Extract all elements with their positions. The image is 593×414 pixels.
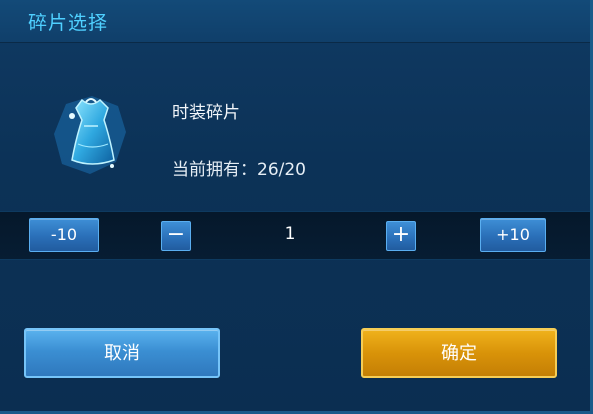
dialog-titlebar: 碎片选择 xyxy=(0,0,590,43)
minus-icon: − xyxy=(166,222,186,247)
plus-10-button[interactable]: +10 xyxy=(480,218,546,252)
plus-button[interactable]: + xyxy=(386,221,416,251)
plus-icon: + xyxy=(391,222,411,247)
quantity-value: 1 xyxy=(284,224,296,244)
fragment-select-dialog: 碎片选择 时装碎片 当前拥有：26/20 -10 − 1 + +10 取消 确定 xyxy=(0,0,593,414)
minus-button[interactable]: − xyxy=(161,221,191,251)
costume-fragment-icon xyxy=(48,86,134,182)
cancel-button[interactable]: 取消 xyxy=(24,328,220,378)
minus-10-button[interactable]: -10 xyxy=(29,218,99,252)
dialog-title: 碎片选择 xyxy=(28,12,109,34)
confirm-button[interactable]: 确定 xyxy=(361,328,557,378)
owned-count: 当前拥有：26/20 xyxy=(172,160,306,180)
item-name: 时装碎片 xyxy=(172,103,240,123)
